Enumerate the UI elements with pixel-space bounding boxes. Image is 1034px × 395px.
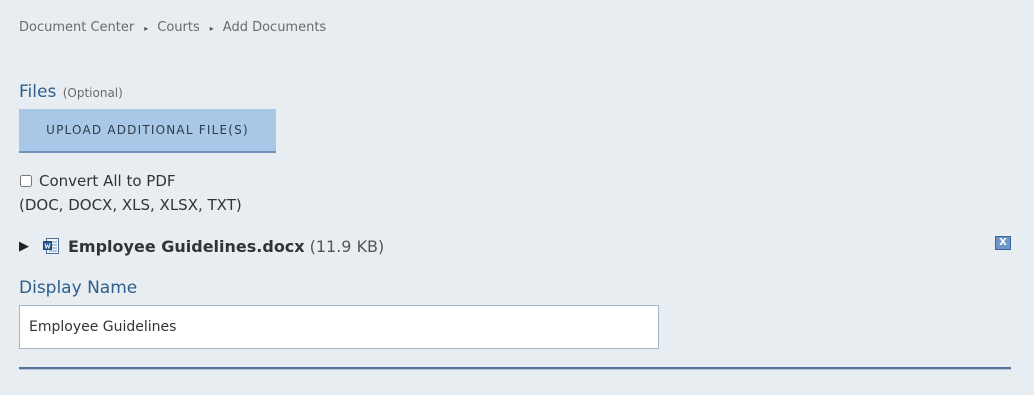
display-name-input[interactable] [19,305,659,349]
files-label: Files (Optional) [19,82,123,102]
breadcrumb: Document Center ▸ Courts ▸ Add Documents [19,20,326,35]
files-label-text: Files [19,82,57,102]
expand-arrow-icon[interactable]: ▶ [19,239,29,254]
file-name-text: Employee Guidelines.docx [68,237,305,256]
breadcrumb-courts[interactable]: Courts [157,20,200,35]
remove-file-button[interactable]: X [995,236,1011,250]
convert-to-pdf-row[interactable]: Convert All to PDF [19,172,176,190]
convert-to-pdf-checkbox[interactable] [20,175,32,187]
breadcrumb-separator-icon: ▸ [144,24,149,33]
file-size: (11.9 KB) [309,237,385,256]
display-name-label: Display Name [19,278,138,298]
section-divider [19,367,1011,370]
file-types-note: (DOC, DOCX, XLS, XLSX, TXT) [19,196,242,214]
upload-additional-files-button[interactable]: UPLOAD ADDITIONAL FILE(S) [19,109,276,153]
breadcrumb-separator-icon: ▸ [209,24,214,33]
breadcrumb-document-center[interactable]: Document Center [19,20,134,35]
convert-to-pdf-label: Convert All to PDF [39,172,176,190]
word-document-icon [43,238,60,259]
breadcrumb-add-documents: Add Documents [222,20,327,35]
file-name: Employee Guidelines.docx (11.9 KB) [68,237,384,256]
file-item: ▶ Employee Guidelines.docx (11.9 KB) X [19,236,1011,258]
files-optional-label: (Optional) [62,86,123,100]
